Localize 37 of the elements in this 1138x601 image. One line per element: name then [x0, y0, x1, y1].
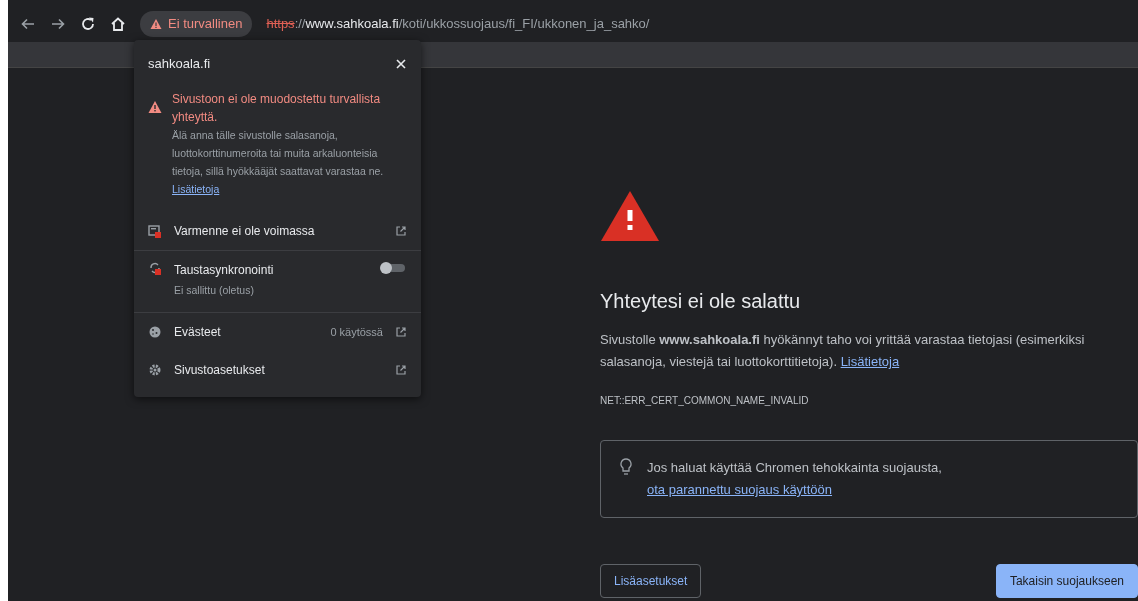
forward-icon[interactable] — [50, 16, 66, 32]
menu-item-label[interactable]: Varmenne ei ole voimassa — [174, 221, 383, 240]
security-status-button[interactable]: Ei turvallinen — [140, 11, 253, 37]
back-to-safety-button[interactable]: Takaisin suojaukseen — [995, 564, 1138, 598]
sync-icon — [148, 260, 162, 275]
usage-count: 0 käytössä — [330, 325, 383, 340]
cookie-icon — [148, 325, 162, 340]
address-field[interactable]: https://www.sahkoala.fi/koti/ukkossuojaus/fi_FI/ukkonen_ja_sahko/ — [266, 14, 650, 34]
certificate-icon — [148, 223, 162, 238]
warning-icon — [148, 99, 162, 114]
enhanced-protection-link[interactable]: ota parannettu suojaus käyttöön — [647, 482, 833, 497]
external-link-icon[interactable] — [395, 224, 407, 237]
warning-icon — [150, 18, 162, 30]
reload-icon[interactable] — [80, 16, 96, 32]
toggle-switch[interactable] — [379, 260, 407, 275]
learn-more-link[interactable]: Lisätietoja — [840, 354, 900, 369]
page-heading: Yhteytesi ei ole salattu — [600, 289, 802, 313]
setting-status: Ei sallittu (oletus) — [174, 282, 255, 298]
external-link-icon[interactable] — [395, 364, 407, 377]
warning-text: Älä anna tälle sivustolle salasanoja, luottokorttinumeroita tai muita arkaluonteisia tietoja, sillä hyökkääjät saattavat varastaa ne. — [172, 127, 385, 179]
close-icon[interactable] — [395, 57, 407, 70]
gear-icon — [148, 363, 162, 378]
menu-item-label[interactable]: Sivustoasetukset — [174, 361, 383, 380]
home-icon[interactable] — [110, 16, 126, 32]
learn-more-link[interactable]: Lisätietoja — [172, 181, 220, 198]
tip-text: Jos haluat käyttää Chromen tehokkainta suojausta, ota parannettu suojaus käyttöön — [647, 459, 943, 499]
external-link-icon[interactable] — [395, 326, 407, 339]
back-icon[interactable] — [20, 16, 36, 32]
warning-icon — [600, 190, 660, 242]
site-name: sahkoala.fi — [148, 55, 211, 73]
warning-title: Sivustoon ei ole muodostettu turvallista yhteyttä. — [172, 90, 382, 126]
advanced-button[interactable]: Lisäasetukset — [600, 564, 702, 598]
lightbulb-icon — [619, 457, 633, 477]
error-code: NET::ERR_CERT_COMMON_NAME_INVALID — [600, 394, 810, 408]
warning-paragraph: Sivustolle www.sahkoala.fi hyökännyt taho voi yrittää varastaa tietojasi (esimerkiksi salasanoja, viestejä tai luottokorttitietoja). Lisätietoja — [600, 331, 1086, 371]
menu-item-label[interactable]: Evästeet — [174, 323, 319, 342]
setting-label: Taustasynkronointi — [174, 261, 275, 279]
